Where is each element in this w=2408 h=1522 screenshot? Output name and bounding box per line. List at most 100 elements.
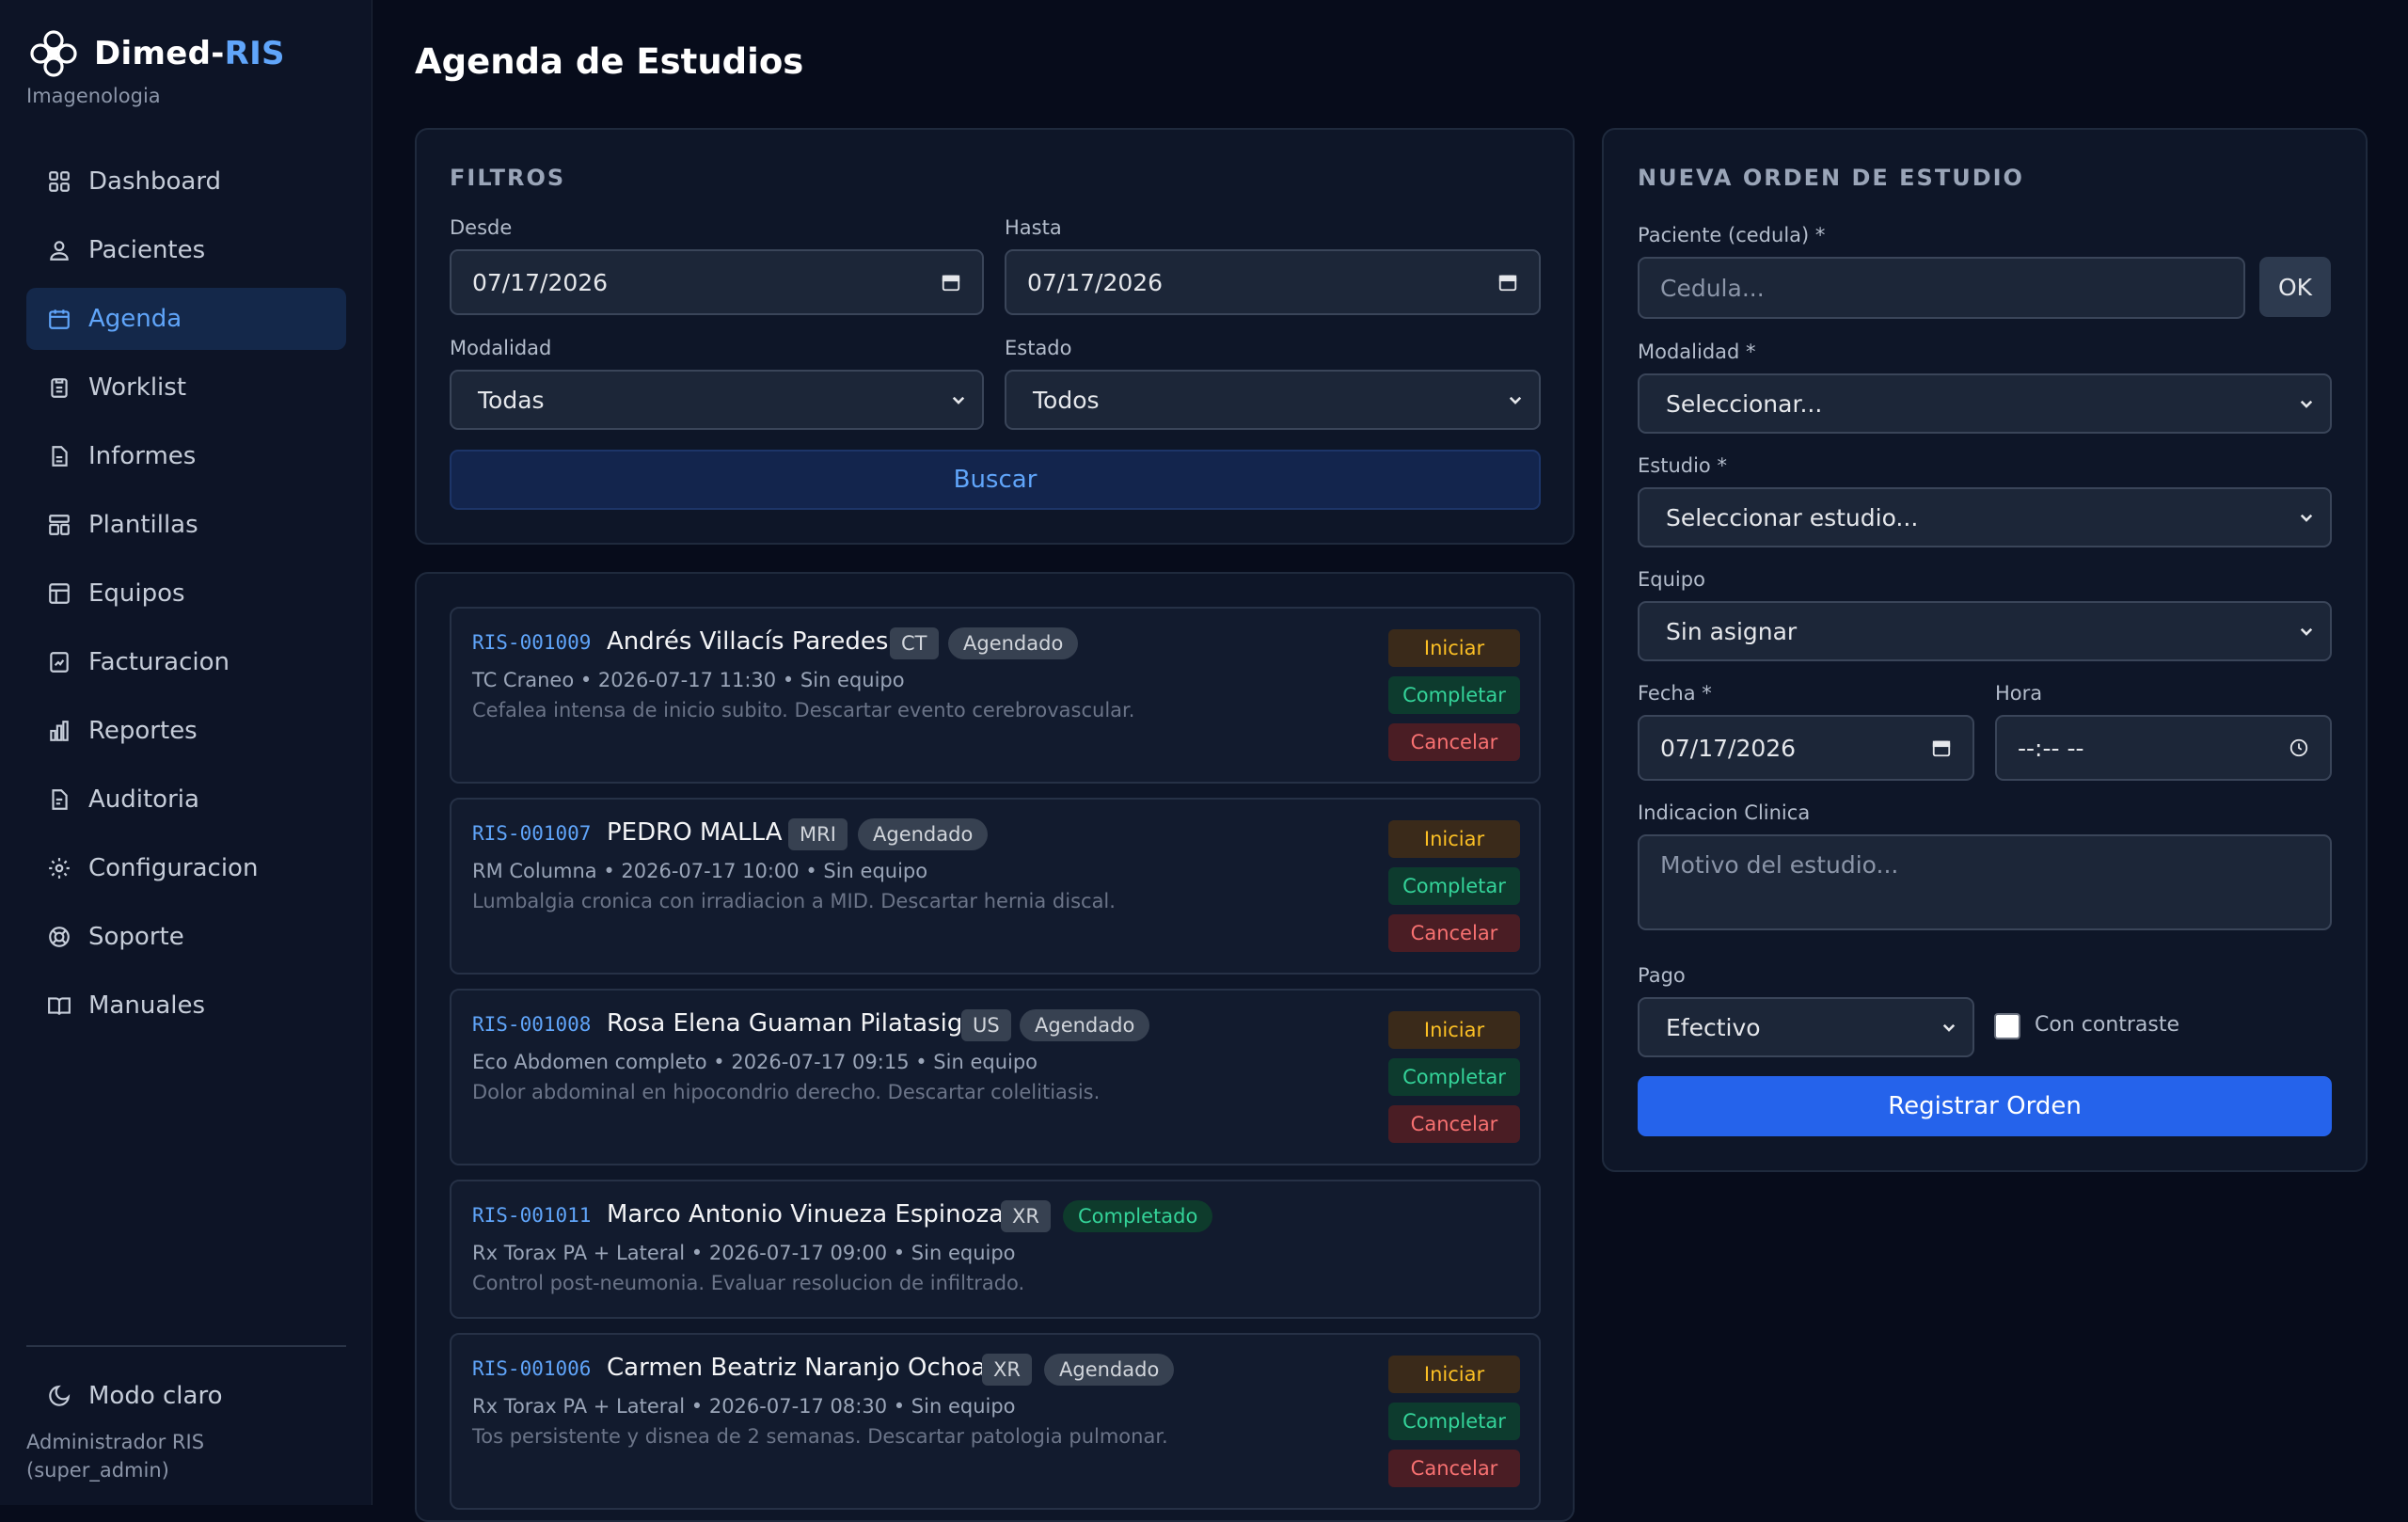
- brand-subtitle: Imagenologia: [26, 85, 161, 107]
- study-code[interactable]: RIS-001007: [472, 822, 591, 845]
- order-date-input[interactable]: 07/17/2026: [1638, 715, 1974, 781]
- sidebar-item-label: Worklist: [88, 373, 187, 402]
- cancel-button[interactable]: Cancelar: [1388, 723, 1520, 761]
- sidebar-item-label: Configuracion: [88, 854, 259, 882]
- hasta-date-input[interactable]: 07/17/2026: [1005, 249, 1541, 315]
- start-button[interactable]: Iniciar: [1388, 629, 1520, 667]
- ok-button[interactable]: OK: [2259, 257, 2331, 317]
- sidebar-item-equipos[interactable]: Equipos: [26, 563, 346, 625]
- page-title: Agenda de Estudios: [415, 41, 804, 82]
- patient-placeholder: Cedula...: [1660, 274, 1765, 302]
- calendar-icon[interactable]: [941, 272, 961, 293]
- modalidad-filter-select[interactable]: Todas: [450, 370, 984, 430]
- modality-badge: CT: [890, 627, 939, 659]
- equipment-select[interactable]: Sin asignar: [1638, 601, 2332, 661]
- study-note: Tos persistente y disnea de 2 semanas. D…: [472, 1425, 1168, 1448]
- study-item: RIS-001008 Rosa Elena Guaman Pilatasig U…: [450, 989, 1541, 1165]
- indication-textarea[interactable]: Motivo del estudio...: [1638, 834, 2332, 930]
- contrast-checkbox[interactable]: [1994, 1013, 2020, 1039]
- calendar-icon: [49, 309, 70, 329]
- study-code[interactable]: RIS-001009: [472, 631, 591, 654]
- indication-placeholder: Motivo del estudio...: [1660, 851, 1899, 879]
- sidebar-item-label: Soporte: [88, 923, 184, 951]
- study-note: Cefalea intensa de inicio subito. Descar…: [472, 699, 1135, 721]
- user-info: Administrador RIS (super_admin): [26, 1428, 204, 1484]
- patient-cedula-input[interactable]: Cedula...: [1638, 257, 2245, 319]
- sidebar-item-pacientes[interactable]: Pacientes: [26, 219, 346, 281]
- chevron-down-icon: [1942, 1023, 1956, 1032]
- modality-badge: MRI: [788, 818, 848, 850]
- cancel-button[interactable]: Cancelar: [1388, 1105, 1520, 1143]
- start-button[interactable]: Iniciar: [1388, 1356, 1520, 1393]
- complete-button[interactable]: Completar: [1388, 1058, 1520, 1096]
- user-icon: [50, 241, 69, 261]
- order-time-value: --:-- --: [2018, 734, 2084, 762]
- estado-filter-select[interactable]: Todos: [1005, 370, 1541, 430]
- search-button[interactable]: Buscar: [450, 450, 1541, 510]
- theme-toggle[interactable]: Modo claro: [26, 1370, 346, 1422]
- sidebar-item-label: Informes: [88, 442, 197, 470]
- study-value: Seleccionar estudio...: [1666, 503, 1919, 531]
- clipboard-icon: [51, 378, 68, 398]
- equipment-value: Sin asignar: [1666, 617, 1798, 645]
- status-badge: Agendado: [1044, 1354, 1175, 1386]
- desde-date-input[interactable]: 07/17/2026: [450, 249, 984, 315]
- modality-badge: XR: [1001, 1200, 1051, 1232]
- audit-icon: [52, 789, 68, 810]
- sidebar-item-label: Facturacion: [88, 648, 230, 676]
- study-code[interactable]: RIS-001008: [472, 1013, 591, 1036]
- study-label: Estudio *: [1638, 454, 1727, 477]
- study-meta: RM Columna • 2026-07-17 10:00 • Sin equi…: [472, 860, 928, 882]
- sidebar-item-soporte[interactable]: Soporte: [26, 906, 346, 968]
- payment-label: Pago: [1638, 964, 1686, 987]
- modality-select[interactable]: Seleccionar...: [1638, 373, 2332, 434]
- study-code[interactable]: RIS-001011: [472, 1204, 591, 1227]
- order-time-input[interactable]: --:-- --: [1995, 715, 2332, 781]
- sidebar-item-manuales[interactable]: Manuales: [26, 975, 346, 1037]
- cancel-button[interactable]: Cancelar: [1388, 1450, 1520, 1487]
- sidebar-item-label: Equipos: [88, 579, 185, 608]
- equipment-label: Equipo: [1638, 568, 1705, 591]
- complete-button[interactable]: Completar: [1388, 867, 1520, 905]
- modality-label: Modalidad *: [1638, 341, 1756, 363]
- status-badge: Agendado: [1020, 1009, 1150, 1041]
- sidebar-item-auditoria[interactable]: Auditoria: [26, 769, 346, 831]
- sidebar-item-informes[interactable]: Informes: [26, 425, 346, 487]
- start-button[interactable]: Iniciar: [1388, 1011, 1520, 1049]
- study-select[interactable]: Seleccionar estudio...: [1638, 487, 2332, 547]
- calendar-icon[interactable]: [1931, 737, 1952, 758]
- sidebar-item-label: Plantillas: [88, 511, 198, 539]
- new-order-title: NUEVA ORDEN DE ESTUDIO: [1638, 165, 2024, 191]
- gear-icon: [49, 858, 70, 879]
- sidebar-item-dashboard[interactable]: Dashboard: [26, 151, 346, 213]
- order-date-value: 07/17/2026: [1660, 734, 1797, 762]
- sidebar-item-agenda[interactable]: Agenda: [26, 288, 346, 350]
- cancel-button[interactable]: Cancelar: [1388, 914, 1520, 952]
- start-button[interactable]: Iniciar: [1388, 820, 1520, 858]
- sidebar-divider: [26, 1345, 346, 1347]
- chevron-down-icon: [2300, 514, 2313, 522]
- complete-button[interactable]: Completar: [1388, 1403, 1520, 1440]
- sidebar-item-facturacion[interactable]: Facturacion: [26, 631, 346, 693]
- clock-icon[interactable]: [2289, 737, 2309, 758]
- calendar-icon[interactable]: [1497, 272, 1518, 293]
- user-name: Administrador RIS: [26, 1431, 205, 1453]
- desde-value: 07/17/2026: [472, 268, 609, 296]
- sidebar-item-worklist[interactable]: Worklist: [26, 357, 346, 419]
- sidebar-item-reportes[interactable]: Reportes: [26, 700, 346, 762]
- estado-filter-label: Estado: [1005, 337, 1072, 359]
- sidebar-item-configuracion[interactable]: Configuracion: [26, 837, 346, 899]
- chevron-down-icon: [1509, 396, 1522, 404]
- payment-value: Efectivo: [1666, 1013, 1761, 1041]
- hasta-value: 07/17/2026: [1027, 268, 1164, 296]
- sidebar-item-plantillas[interactable]: Plantillas: [26, 494, 346, 556]
- hasta-label: Hasta: [1005, 216, 1062, 239]
- modality-badge: US: [961, 1009, 1011, 1041]
- register-order-button[interactable]: Registrar Orden: [1638, 1076, 2332, 1136]
- study-item: RIS-001006 Carmen Beatriz Naranjo Ochoa …: [450, 1333, 1541, 1510]
- study-code[interactable]: RIS-001006: [472, 1357, 591, 1380]
- complete-button[interactable]: Completar: [1388, 676, 1520, 714]
- payment-select[interactable]: Efectivo: [1638, 997, 1974, 1057]
- status-badge: Agendado: [948, 627, 1079, 659]
- study-meta: Rx Torax PA + Lateral • 2026-07-17 08:30…: [472, 1395, 1016, 1418]
